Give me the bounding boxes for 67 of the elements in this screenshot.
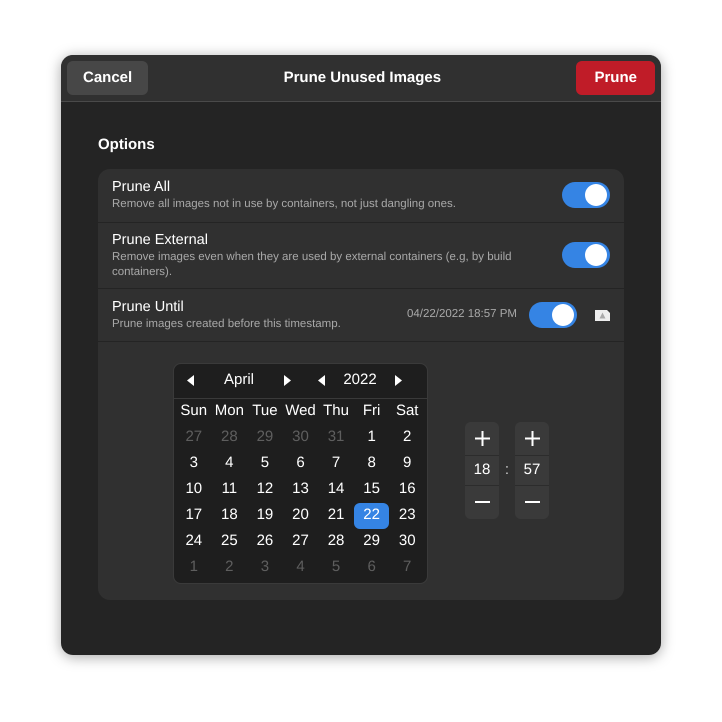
calendar-day[interactable]: 28 (318, 528, 354, 554)
window-title: Prune Unused Images (284, 68, 442, 88)
previous-month-icon[interactable] (187, 375, 194, 386)
calendar-day[interactable]: 19 (247, 502, 283, 528)
calendar-day[interactable]: 20 (282, 502, 318, 528)
calendar-day[interactable]: 22 (354, 502, 390, 528)
calendar-day[interactable]: 26 (247, 528, 283, 554)
calendar-day[interactable]: 30 (389, 528, 425, 554)
option-title: Prune External (112, 230, 209, 250)
calendar-day[interactable]: 18 (212, 502, 248, 528)
year-label: 2022 (342, 370, 378, 390)
plus-icon[interactable] (524, 430, 540, 446)
plus-icon[interactable] (474, 430, 490, 446)
cancel-button[interactable]: Cancel (67, 61, 148, 95)
option-title: Prune All (112, 178, 172, 197)
minus-icon[interactable] (474, 501, 490, 503)
time-separator: : (504, 460, 510, 480)
calendar-day[interactable]: 25 (212, 528, 248, 554)
calendar-day[interactable]: 16 (389, 476, 425, 502)
calendar-day[interactable]: 21 (318, 502, 354, 528)
minus-icon[interactable] (524, 501, 540, 503)
calendar-day[interactable]: 13 (282, 476, 318, 502)
option-description: Remove all images not in use by containers, not just dangling ones. (112, 197, 457, 212)
weekday-label: Thu (322, 401, 350, 422)
option-title: Prune Until (112, 298, 185, 316)
weekday-label: Sat (394, 401, 420, 422)
calendar-day[interactable]: 7 (318, 450, 354, 476)
section-title: Options (98, 135, 156, 155)
calendar-day[interactable]: 8 (354, 450, 390, 476)
calendar-day[interactable]: 14 (318, 476, 354, 502)
hour-value: 18 (474, 460, 490, 480)
calendar-day[interactable]: 11 (212, 476, 248, 502)
calendar-day[interactable]: 1 (354, 424, 390, 450)
calendar-day[interactable]: 27 (282, 528, 318, 554)
minute-value: 57 (524, 460, 540, 480)
option-description: Prune images created before this timestamp. (112, 316, 342, 332)
calendar-day[interactable]: 12 (247, 476, 283, 502)
weekday-label: Fri (362, 401, 382, 422)
weekday-label: Wed (284, 401, 317, 422)
option-description: Remove images even when they are used by external containers (e.g, by build containers). (112, 250, 513, 280)
timestamp-value: 04/22/2022 18:57 PM (407, 306, 517, 322)
calendar-day[interactable]: 23 (389, 502, 425, 528)
calendar-day[interactable]: 24 (176, 528, 212, 554)
calendar-day[interactable]: 17 (176, 502, 212, 528)
calendar-day[interactable]: 29 (354, 528, 390, 554)
next-year-icon[interactable] (395, 375, 402, 386)
calendar-day[interactable]: 9 (389, 450, 425, 476)
prune-button[interactable]: Prune (576, 61, 655, 95)
toggle-switch[interactable] (562, 182, 610, 208)
weekday-label: Mon (214, 401, 245, 422)
toggle-switch[interactable] (529, 302, 577, 328)
toggle-switch[interactable] (562, 242, 610, 268)
next-month-icon[interactable] (284, 375, 291, 386)
previous-year-icon[interactable] (318, 375, 325, 386)
warning-icon[interactable] (595, 308, 610, 320)
weekday-label: Tue (251, 401, 279, 422)
calendar-day[interactable]: 5 (247, 450, 283, 476)
calendar-day[interactable]: 4 (212, 450, 248, 476)
calendar-day[interactable]: 2 (389, 424, 425, 450)
month-label: April (222, 370, 255, 390)
minute-spinner[interactable]: 57 (515, 422, 549, 518)
calendar-day[interactable]: 3 (176, 450, 212, 476)
weekday-label: Sun (179, 401, 208, 422)
calendar-day[interactable]: 10 (176, 476, 212, 502)
calendar-day[interactable]: 15 (354, 476, 390, 502)
hour-spinner[interactable]: 18 (465, 422, 499, 518)
calendar-day[interactable]: 6 (282, 450, 318, 476)
